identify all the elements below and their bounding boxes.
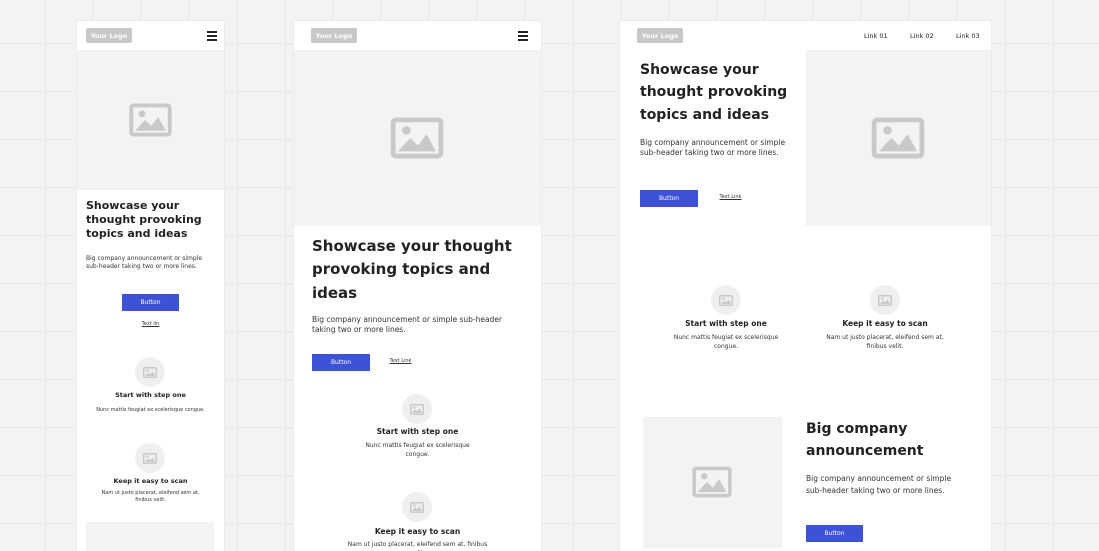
logo[interactable]: Your Logo <box>311 28 357 43</box>
text-link[interactable]: Text Link <box>717 194 744 200</box>
feature-title: Start with step one <box>685 319 767 328</box>
feature-icon-circle <box>711 285 741 315</box>
feature-desc: Nunc mattis feugiat ex scelerisque congu… <box>365 442 470 458</box>
feature-desc: Nam ut justo placerat, eleifend sem at, … <box>101 490 200 504</box>
image-placeholder-icon <box>143 452 157 464</box>
hero-subtitle: Big company announcement or simple sub-h… <box>640 138 786 158</box>
desktop-frame: Your Logo Link 01 Link 02 Link 03 Showca… <box>620 21 991 551</box>
feature-desc: Nunc mattis feugiat ex scelerisque congu… <box>96 407 205 413</box>
logo[interactable]: Your Logo <box>637 28 683 43</box>
hero-image <box>77 50 224 190</box>
image-placeholder-icon <box>871 117 925 159</box>
feature-icon-circle <box>135 443 165 473</box>
image-placeholder-icon <box>878 294 892 306</box>
image-placeholder-icon <box>410 403 424 415</box>
image-placeholder-icon <box>719 294 733 306</box>
feature-desc: Nam ut justo placerat, eleifend sem at, … <box>826 334 944 350</box>
section-button[interactable]: Button <box>806 525 863 542</box>
hero-image <box>806 50 991 226</box>
hero-subtitle: Big company announcement or simple sub-h… <box>312 315 503 335</box>
section-title: Big company announcement <box>806 421 924 460</box>
feature-title: Keep it easy to scan <box>374 527 461 536</box>
feature-title: Keep it easy to scan <box>113 477 188 485</box>
text-link[interactable]: Text lin <box>132 321 169 327</box>
feature-icon-circle <box>402 394 432 424</box>
image-placeholder-icon <box>692 466 732 498</box>
feature-icon-circle <box>870 285 900 315</box>
text-link[interactable]: Text Link <box>387 358 414 364</box>
hero-button[interactable]: Button <box>640 190 698 207</box>
hamburger-menu-icon[interactable] <box>207 31 217 41</box>
nav-link-02[interactable]: Link 02 <box>910 32 934 40</box>
image-placeholder-icon <box>390 117 444 159</box>
image-placeholder-icon <box>143 366 157 378</box>
hero-button[interactable]: Button <box>312 354 370 371</box>
feature-title: Start with step one <box>376 427 459 436</box>
nav-link-03[interactable]: Link 03 <box>956 32 980 40</box>
hero-button[interactable]: Button <box>122 294 179 311</box>
feature-icon-circle <box>402 492 432 522</box>
hero-title: Showcase your thought provoking topics a… <box>312 237 512 302</box>
image-placeholder-icon <box>410 501 424 513</box>
feature-desc: Nunc mattis feugiat ex scelerisque congu… <box>673 334 779 350</box>
hamburger-menu-icon[interactable] <box>518 31 528 41</box>
hero-subtitle: Big company announcement or simple sub-h… <box>86 255 203 271</box>
image-placeholder-icon <box>129 103 172 137</box>
feature-title: Start with step one <box>115 391 186 399</box>
tablet-frame: Your Logo Showcase your thought provokin… <box>294 21 541 551</box>
hero-title: Showcase your thought provoking topics a… <box>86 199 202 240</box>
hero-image <box>294 50 541 226</box>
feature-desc: Nam ut justo placerat, eleifend sem at, … <box>347 541 488 551</box>
feature-title: Keep it easy to scan <box>842 319 928 328</box>
section-subtitle: Big company announcement or simple sub-h… <box>806 474 952 495</box>
section-image <box>643 417 782 548</box>
nav-link-01[interactable]: Link 01 <box>864 32 888 40</box>
bottom-image <box>86 522 214 551</box>
logo[interactable]: Your Logo <box>86 28 132 43</box>
hero-title: Showcase your thought provoking topics a… <box>640 62 788 123</box>
mobile-frame: Your Logo Showcase your thought provokin… <box>77 21 224 551</box>
feature-icon-circle <box>135 357 165 387</box>
